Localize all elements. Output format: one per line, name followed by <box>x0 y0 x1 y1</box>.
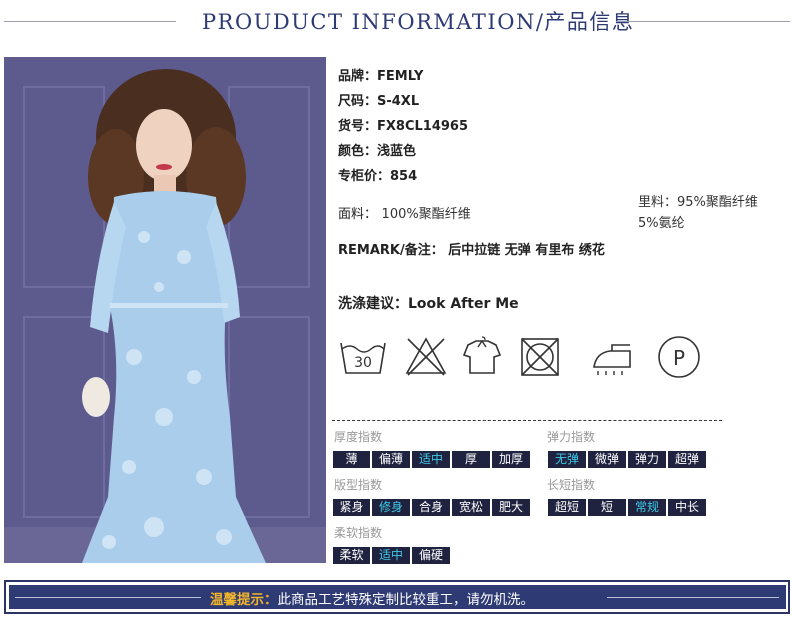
softness-scale: 柔软 适中 偏硬 <box>333 547 450 564</box>
length-option: 短 <box>588 499 626 516</box>
spec-brand: 品牌：FEMLY <box>338 69 424 84</box>
wash-30-icon: 30 <box>340 342 386 374</box>
fit-option: 合身 <box>412 499 450 516</box>
elasticity-option: 弹力 <box>628 451 666 468</box>
iron-icon <box>593 344 631 375</box>
fabric-label: 面料： <box>338 207 378 222</box>
length-option: 超短 <box>548 499 586 516</box>
elasticity-option: 微弹 <box>588 451 626 468</box>
spec-fabric: 面料： 100%聚酯纤维 <box>338 203 471 222</box>
page-title: PROUDUCT INFORMATION/产品信息 <box>202 10 635 34</box>
notice-message: 此商品工艺特殊定制比较重工，请勿机洗。 <box>277 592 535 608</box>
wash-value: Look After Me <box>408 296 519 312</box>
fabric-value: 100%聚酯纤维 <box>381 207 471 222</box>
fit-option: 紧身 <box>333 499 370 516</box>
spec-price: 专柜价：854 <box>338 169 418 184</box>
softness-option-selected: 适中 <box>372 547 410 564</box>
thickness-scale: 薄 偏薄 适中 厚 加厚 <box>333 451 530 468</box>
length-option: 中长 <box>668 499 706 516</box>
svg-text:P: P <box>673 346 685 370</box>
spec-item-no: 货号：FX8CL14965 <box>338 119 469 134</box>
elasticity-option-selected: 无弹 <box>548 451 586 468</box>
product-photo <box>4 57 326 563</box>
header-rule-left <box>4 21 176 22</box>
lining-label: 里料： <box>638 195 678 210</box>
softness-option: 偏硬 <box>412 547 450 564</box>
fit-option-selected: 修身 <box>372 499 410 516</box>
elasticity-option: 超弹 <box>668 451 706 468</box>
softness-title: 柔软指数 <box>334 526 383 540</box>
svg-text:30: 30 <box>354 355 372 371</box>
notice-text: 温馨提示：此商品工艺特殊定制比较重工，请勿机洗。 <box>210 588 534 608</box>
spec-lining: 里料：95%聚酯纤维 5%氨纶 <box>638 192 758 234</box>
softness-option: 柔软 <box>333 547 370 564</box>
fit-scale: 紧身 修身 合身 宽松 肥大 <box>333 499 530 516</box>
spec-remark: REMARK/备注： 后中拉链 无弹 有里布 绣花 <box>338 239 605 258</box>
thickness-title: 厚度指数 <box>334 430 383 444</box>
no-tumble-dry-icon <box>521 338 559 376</box>
notice-bar: 温馨提示：此商品工艺特殊定制比较重工，请勿机洗。 <box>9 585 786 609</box>
length-option-selected: 常规 <box>628 499 666 516</box>
care-icons: 30 P <box>338 335 718 379</box>
section-header: PROUDUCT INFORMATION/产品信息 <box>0 0 794 44</box>
lining-value-2: 5%氨纶 <box>638 216 685 231</box>
thickness-option: 加厚 <box>492 451 530 468</box>
thickness-option: 薄 <box>333 451 370 468</box>
spec-wash: 洗涤建议：Look After Me <box>338 293 519 313</box>
fit-option: 宽松 <box>452 499 490 516</box>
elasticity-scale: 无弹 微弹 弹力 超弹 <box>548 451 706 468</box>
thickness-option-selected: 适中 <box>412 451 450 468</box>
thickness-option: 偏薄 <box>372 451 410 468</box>
wash-label: 洗涤建议： <box>338 296 408 312</box>
no-bleach-icon <box>405 337 447 376</box>
hang-dry-icon <box>462 336 502 374</box>
spec-color: 颜色：浅蓝色 <box>338 144 417 159</box>
header-rule-right <box>616 21 790 22</box>
length-title: 长短指数 <box>547 478 596 492</box>
lining-value-1: 95%聚酯纤维 <box>677 195 758 210</box>
fit-option: 肥大 <box>492 499 530 516</box>
divider <box>332 420 722 421</box>
notice-rule-right <box>607 597 779 598</box>
remark-label: REMARK/备注： <box>338 243 444 258</box>
remark-value: 后中拉链 无弹 有里布 绣花 <box>448 243 605 258</box>
dry-clean-p-icon: P <box>658 336 700 378</box>
notice-label: 温馨提示： <box>210 592 278 608</box>
elasticity-title: 弹力指数 <box>547 430 596 444</box>
fit-title: 版型指数 <box>334 478 383 492</box>
length-scale: 超短 短 常规 中长 <box>548 499 706 516</box>
thickness-option: 厚 <box>452 451 490 468</box>
notice-rule-left <box>15 597 201 598</box>
spec-size: 尺码：S-4XL <box>338 94 420 109</box>
